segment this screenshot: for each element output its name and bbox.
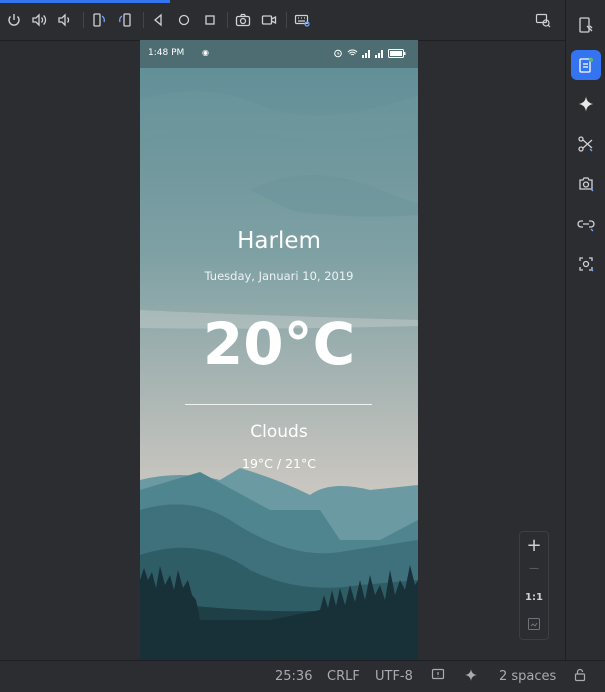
signal-icon: [375, 49, 383, 58]
gemini-icon[interactable]: [571, 89, 601, 119]
battery-icon: [388, 48, 406, 58]
weather-date: Tuesday, Januari 10, 2019: [204, 269, 354, 283]
overview-icon[interactable]: [200, 10, 220, 30]
ai-assistant-icon[interactable]: [464, 668, 478, 686]
tool-window-bar: [565, 0, 605, 660]
rotate-right-icon[interactable]: [115, 10, 135, 30]
keyboard-icon[interactable]: [292, 10, 312, 30]
wifi-icon: [347, 49, 358, 56]
fit-screen-icon[interactable]: [520, 616, 548, 635]
volume-down-icon[interactable]: [54, 10, 74, 30]
ide-status-bar: 25:36 CRLF UTF-8 2 spaces: [0, 660, 605, 692]
camera-icon[interactable]: [233, 10, 253, 30]
progress-indicator: [0, 0, 170, 3]
indent-settings[interactable]: 2 spaces: [499, 669, 556, 684]
layout-inspector-icon[interactable]: [571, 129, 601, 159]
volume-up-icon[interactable]: [29, 10, 49, 30]
toolbar-separator: [83, 12, 84, 28]
rotate-left-icon[interactable]: [89, 10, 109, 30]
emulator-toolbar: [0, 0, 565, 41]
zoom-controls: + — 1:1: [519, 531, 549, 640]
temperature: 20°C: [202, 310, 356, 378]
file-encoding[interactable]: UTF-8: [375, 669, 413, 684]
phone-status-icons: [333, 48, 406, 58]
lock-icon[interactable]: [573, 668, 587, 686]
device-explorer-icon[interactable]: [571, 10, 601, 40]
home-icon[interactable]: [174, 10, 194, 30]
screen-record-icon[interactable]: [259, 10, 279, 30]
toolbar-separator: [227, 12, 228, 28]
phone-status-bar: 1:48 PM ◉: [140, 40, 418, 68]
device-mirroring-icon[interactable]: [571, 209, 601, 239]
toolbar-separator: [143, 12, 144, 28]
app-inspection-icon[interactable]: [571, 169, 601, 199]
running-devices-icon[interactable]: [571, 50, 601, 80]
toolbar-separator: [286, 12, 287, 28]
power-icon[interactable]: [4, 10, 24, 30]
temperature-range: 19°C / 21°C: [242, 456, 316, 471]
zoom-out-button[interactable]: —: [520, 563, 548, 574]
signal-icon: [362, 49, 370, 58]
screen-capture-icon[interactable]: [571, 249, 601, 279]
back-icon[interactable]: [148, 10, 168, 30]
line-separator[interactable]: CRLF: [327, 669, 360, 684]
zoom-in-button[interactable]: +: [520, 535, 548, 556]
weather-condition: Clouds: [250, 422, 308, 442]
emulator-screen[interactable]: 1:48 PM ◉ Harlem Tuesday, Januari 10, 20…: [140, 40, 418, 660]
alarm-icon: [334, 49, 342, 58]
phone-clock: 1:48 PM: [148, 48, 185, 58]
actual-size-button[interactable]: 1:1: [520, 592, 548, 603]
notifications-icon[interactable]: [431, 668, 445, 686]
device-manager-icon[interactable]: [533, 10, 553, 30]
city-name: Harlem: [237, 228, 321, 254]
divider: [185, 404, 372, 405]
caret-position[interactable]: 25:36: [275, 669, 312, 684]
discord-icon: ◉: [202, 48, 209, 57]
